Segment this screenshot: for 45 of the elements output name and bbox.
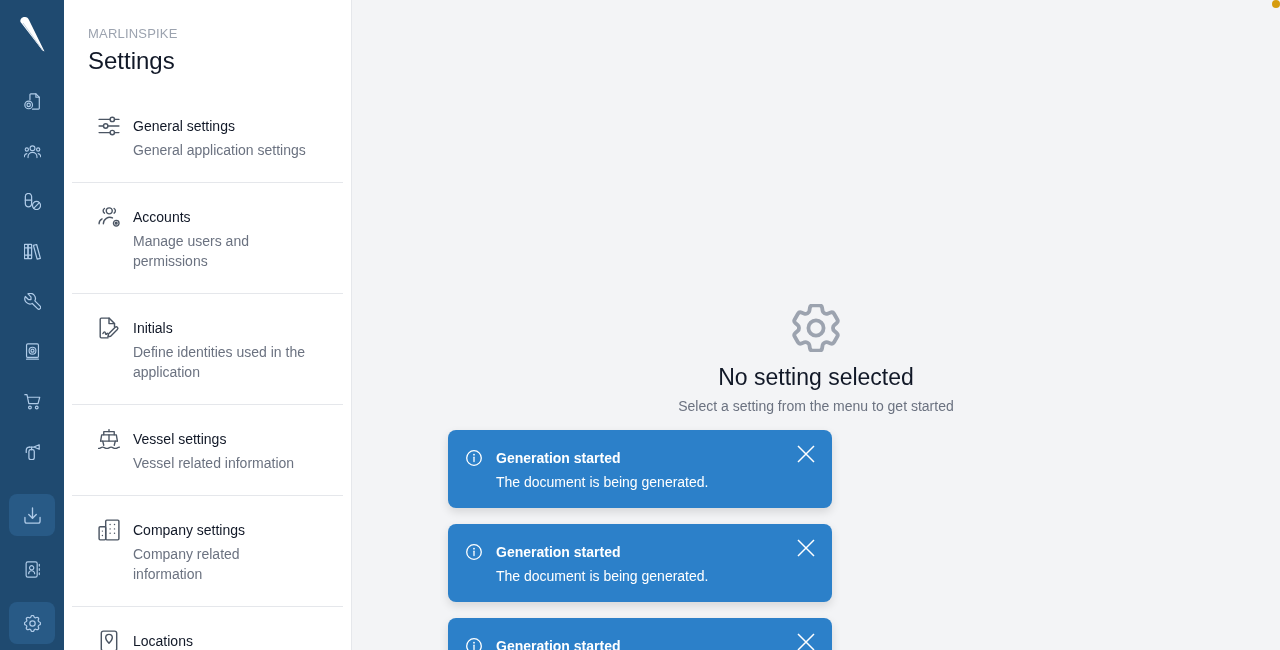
contact-book-icon	[23, 560, 41, 578]
close-icon	[797, 539, 815, 557]
books-icon	[23, 242, 41, 260]
toast-title: Generation started	[496, 449, 622, 468]
settings-icon	[792, 304, 840, 352]
toast-message: The document is being generated.	[496, 473, 710, 492]
pills-icon	[23, 192, 41, 210]
people-icon	[23, 142, 41, 160]
close-icon	[797, 633, 815, 650]
spike-logo-icon	[19, 16, 45, 52]
cart-icon	[23, 392, 41, 410]
buildings-icon	[98, 519, 120, 541]
close-icon	[797, 445, 815, 463]
page-title: Settings	[88, 46, 176, 76]
download-icon	[23, 506, 41, 524]
location-icon	[98, 630, 120, 650]
ship-icon	[98, 428, 120, 450]
settings-menu-item[interactable]: Initials Define identities used in the application	[72, 294, 343, 404]
empty-state-message: Select a setting from the menu to get started	[678, 397, 954, 416]
settings-menu-item[interactable]: Vessel settings Vessel related information	[72, 405, 343, 495]
fire-extinguisher-icon	[23, 442, 41, 460]
wrench-icon	[23, 292, 41, 310]
settings-menu-item[interactable]: General settings General application settings	[72, 92, 343, 182]
nav-button[interactable]	[9, 494, 55, 536]
settings-menu-item[interactable]: Company settings Company related information	[72, 496, 343, 606]
settings-menu-item[interactable]: Locations	[72, 607, 343, 650]
settings-menu-item[interactable]: Accounts Manage users and permissions	[72, 183, 343, 293]
close-button[interactable]	[797, 633, 815, 650]
brand-label: MARLINSPIKE	[88, 26, 179, 42]
info-icon	[466, 638, 482, 650]
nav-button[interactable]	[9, 602, 55, 644]
info-icon	[466, 544, 482, 560]
document-badge-icon	[23, 92, 41, 110]
close-button[interactable]	[797, 445, 815, 463]
status-dot-icon	[1272, 0, 1280, 8]
settings-icon	[23, 614, 41, 632]
info-icon	[466, 450, 482, 466]
toast-message: The document is being generated.	[496, 567, 710, 586]
empty-state-title: No setting selected	[718, 363, 914, 392]
toast-title: Generation started	[496, 543, 622, 562]
close-button[interactable]	[797, 539, 815, 557]
users-gear-icon	[98, 206, 120, 228]
book-icon	[23, 342, 41, 360]
document-pen-icon	[98, 317, 120, 339]
sliders-icon	[98, 115, 120, 137]
